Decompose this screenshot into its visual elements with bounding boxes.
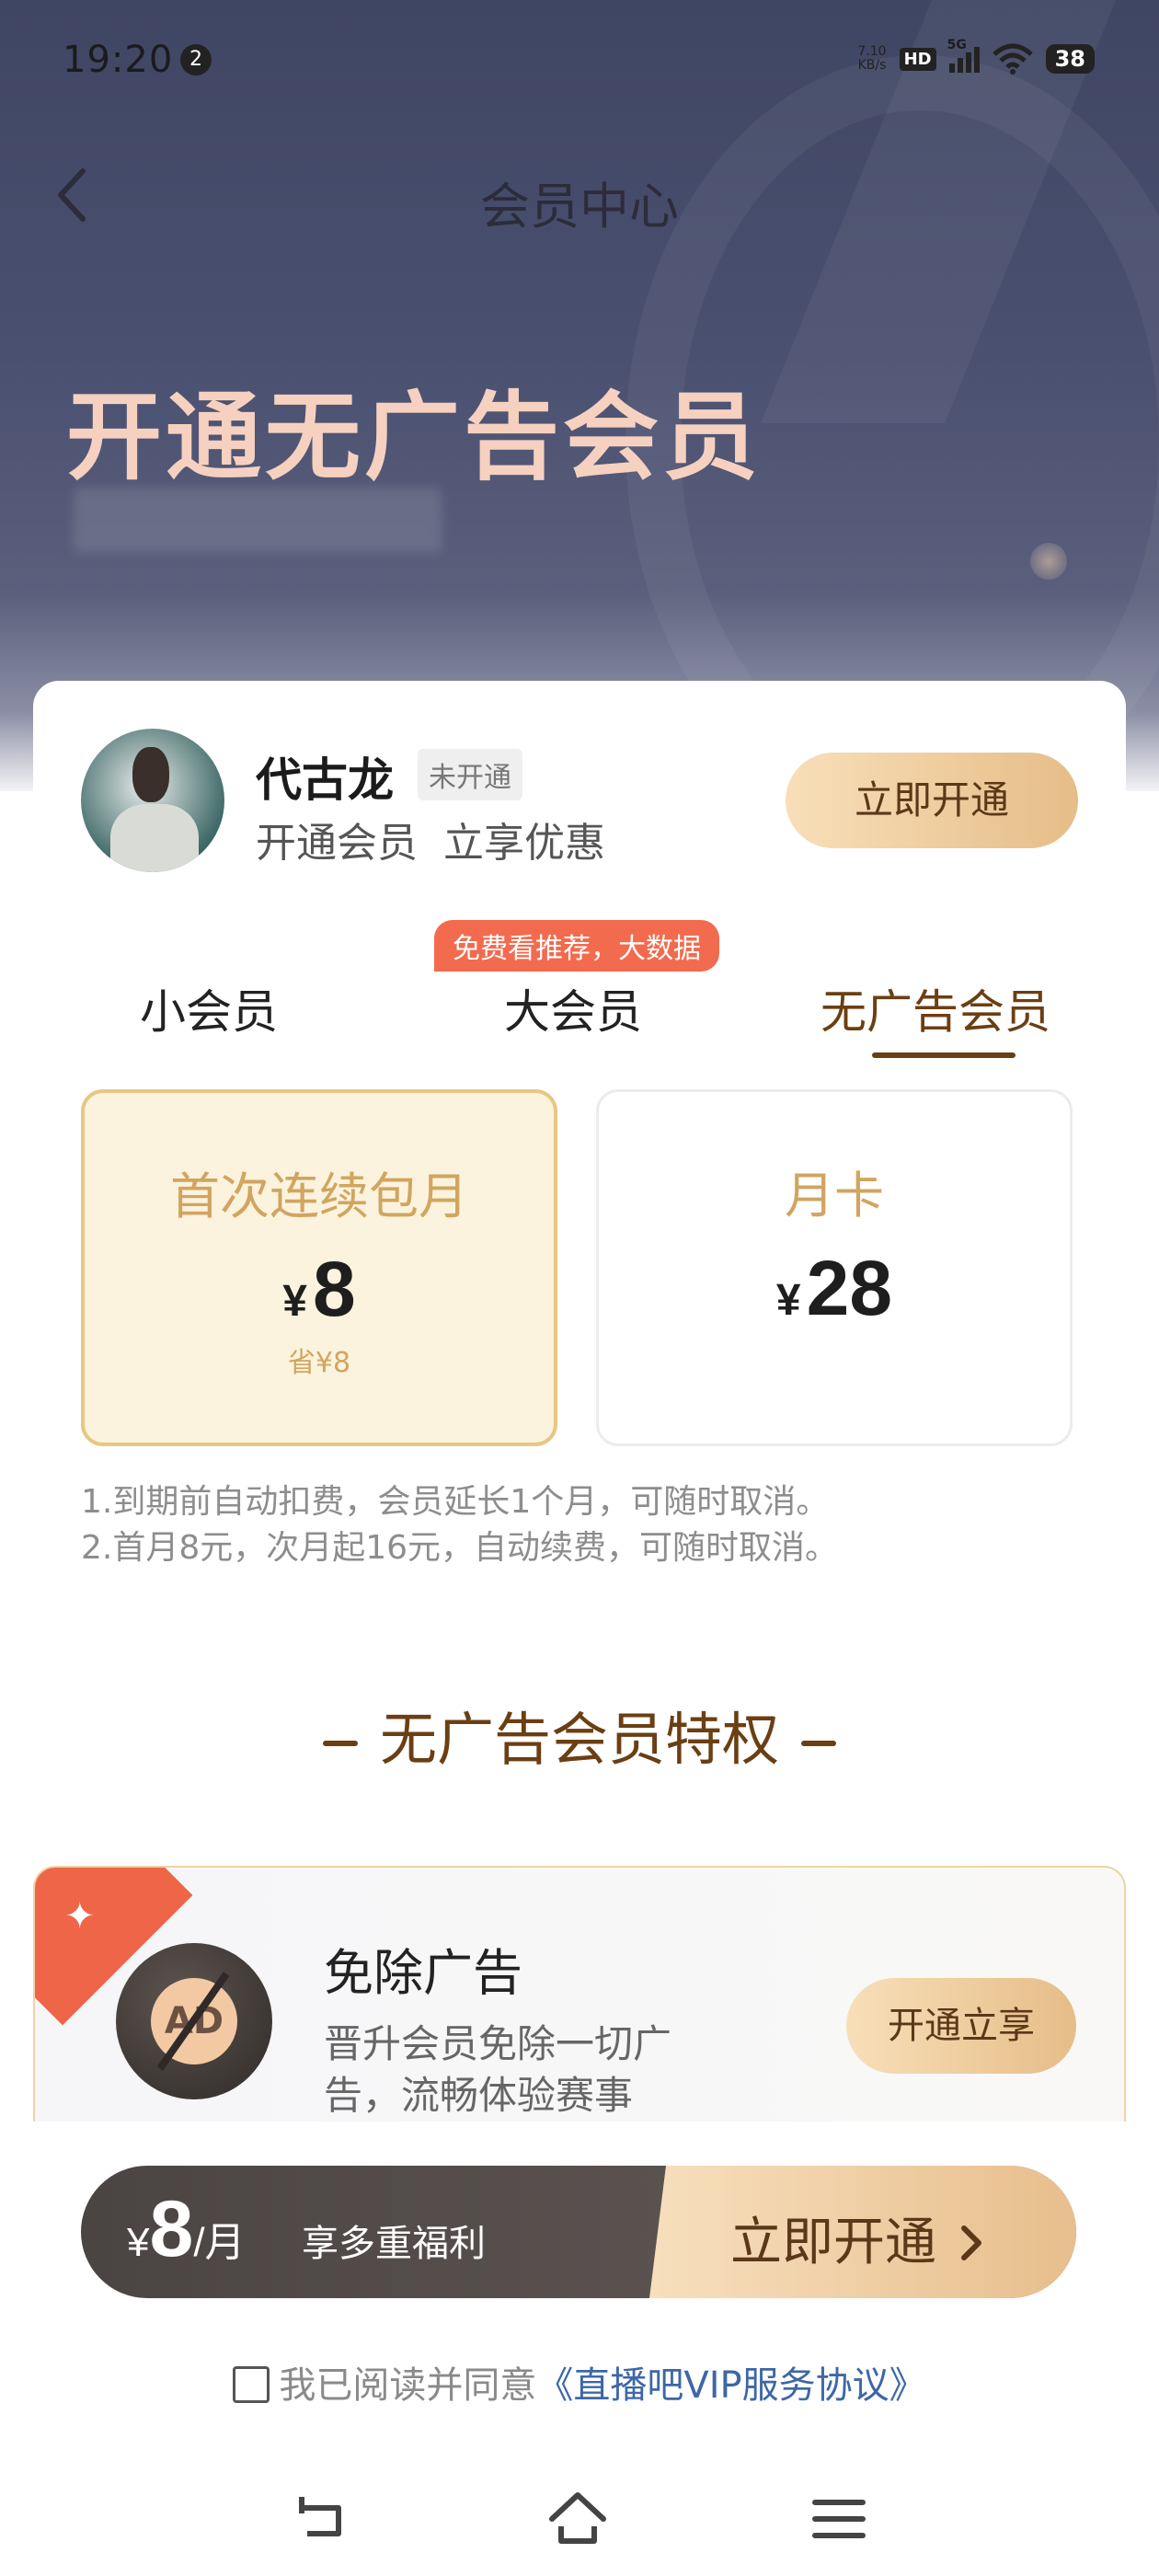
plan-price: ¥8 (85, 1245, 554, 1334)
open-membership-button[interactable]: 立即开通 (786, 753, 1078, 848)
purchase-benefit: 享多重福利 (302, 2223, 486, 2265)
notification-count-badge: 2 (180, 44, 212, 75)
purchase-unit: /月 (193, 2220, 246, 2265)
plan-name: 首次连续包月 (170, 1167, 468, 1225)
plan-name: 月卡 (785, 1167, 884, 1225)
purchase-cta-label: 立即开通 (730, 2213, 936, 2272)
signal-icon: 5G (947, 38, 980, 73)
back-nav-icon[interactable] (293, 2490, 351, 2548)
plan-price-value: 8 (312, 1246, 356, 1332)
plan-card-monthly-auto[interactable]: 首次连续包月 ¥8 省¥8 (81, 1089, 557, 1446)
status-icons: 7.10 KB/s HD 5G 38 (857, 38, 1095, 77)
tab-no-ad-member[interactable]: 无广告会员 (820, 975, 1050, 1041)
purchase-currency: ¥ (127, 2220, 150, 2265)
plan-currency: ¥ (775, 1276, 801, 1325)
plan-card-monthly[interactable]: 月卡 ¥28 (596, 1089, 1073, 1446)
purchase-bar[interactable]: ¥8/月 享多重福利 立即开通 (81, 2166, 1076, 2298)
hero-subtitle-blurred (74, 488, 442, 552)
plan-price: ¥28 (599, 1244, 1070, 1333)
net-speed-value: 7.10 (857, 44, 887, 59)
home-icon[interactable] (548, 2490, 607, 2548)
plan-currency: ¥ (282, 1277, 307, 1326)
nav-bar: 会员中心 (0, 147, 1159, 239)
tab-small-member[interactable]: 小会员 (140, 975, 278, 1041)
title-dash-left (322, 1740, 358, 1746)
status-time: 19:20 (63, 39, 174, 81)
user-name: 代古龙 (256, 753, 394, 807)
purchase-price: ¥8/月 (127, 2184, 246, 2275)
wifi-icon (992, 43, 1033, 75)
net-speed-unit: KB/s (857, 58, 887, 73)
flame-icon: ✦ (64, 1895, 96, 1938)
plan-price-value: 28 (806, 1245, 893, 1331)
privilege-open-button[interactable]: 开通立享 (846, 1978, 1076, 2074)
privilege-card-no-ads: ✦ AD 免除广告 晋升会员免除一切广告，流畅体验赛事 开通立享 (33, 1866, 1126, 2123)
plan-save: 省¥8 (287, 1347, 351, 1379)
hero-title: 开通无广告会员 (66, 381, 763, 493)
no-ad-icon: AD (116, 1943, 272, 2099)
avatar[interactable] (81, 729, 224, 872)
agreement-checkbox[interactable] (233, 2366, 270, 2403)
menu-icon[interactable] (809, 2490, 868, 2548)
battery-icon: 38 (1045, 44, 1095, 74)
note-line: 2.首月8元，次月起16元，自动续费，可随时取消。 (81, 1529, 839, 1567)
tab-big-member[interactable]: 大会员 (504, 975, 642, 1041)
chevron-right-icon (960, 2225, 981, 2260)
promo-tag: 免费看推荐，大数据 (434, 920, 719, 972)
status-bar: 19:20 2 7.10 KB/s HD 5G 38 (0, 0, 1159, 120)
membership-tabs: 免费看推荐，大数据 小会员 大会员 无广告会员 (33, 920, 1126, 1058)
agreement-text: 我已阅读并同意 (279, 2364, 537, 2407)
agreement-link[interactable]: 《直播吧VIP服务协议》 (536, 2364, 925, 2407)
plan-notes: 1.到期前自动扣费，会员延长1个月，可随时取消。 2.首月8元，次月起16元，自… (81, 1479, 838, 1571)
privileges-title: 无广告会员特权 (0, 1693, 1159, 1776)
net-speed: 7.10 KB/s (857, 45, 886, 73)
agreement-row: 我已阅读并同意《直播吧VIP服务协议》 (0, 2355, 1159, 2409)
privilege-name: 免除广告 (324, 1944, 522, 2002)
system-nav-bar (0, 2471, 1159, 2572)
purchase-cta-button[interactable]: 立即开通 (730, 2201, 988, 2275)
purchase-price-value: 8 (149, 2185, 194, 2273)
note-line: 1.到期前自动扣费，会员延长1个月，可随时取消。 (81, 1483, 830, 1521)
hd-icon: HD (899, 47, 936, 71)
title-dash-right (801, 1740, 836, 1746)
privilege-desc: 晋升会员免除一切广告，流畅体验赛事 (324, 2021, 672, 2118)
hero-glow (1030, 543, 1067, 580)
tab-active-indicator (872, 1052, 1016, 1058)
user-subtitle: 开通会员 立享优惠 (256, 820, 605, 867)
member-status-badge: 未开通 (418, 749, 522, 800)
bottom-panel: ¥8/月 享多重福利 立即开通 我已阅读并同意《直播吧VIP服务协议》 (0, 2122, 1159, 2576)
network-type: 5G (947, 38, 967, 52)
page-title: 会员中心 (480, 178, 679, 236)
membership-card: 代古龙 未开通 开通会员 立享优惠 立即开通 免费看推荐，大数据 小会员 大会员… (33, 681, 1126, 1638)
privileges-title-text: 无广告会员特权 (379, 1706, 779, 1773)
